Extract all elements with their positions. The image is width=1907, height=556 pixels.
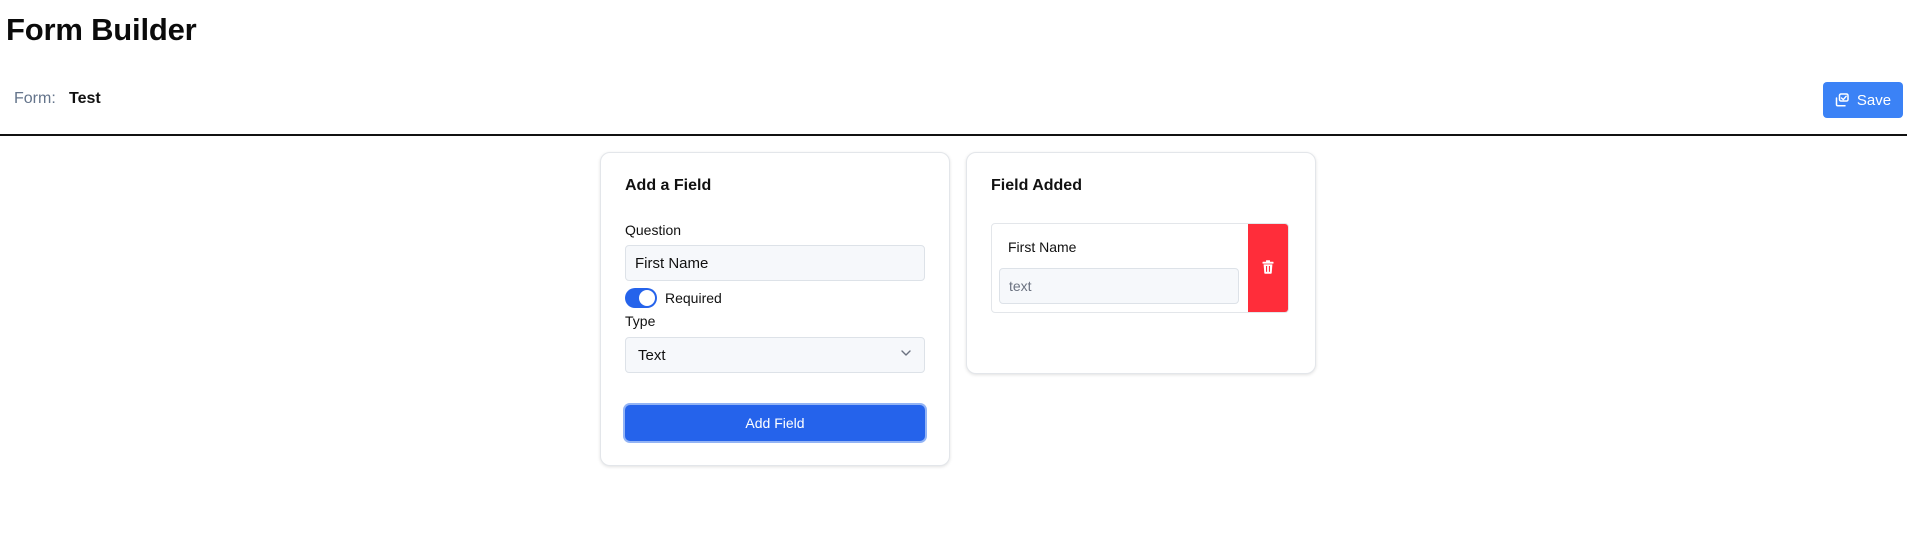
question-input[interactable] — [625, 245, 925, 281]
delete-field-button[interactable] — [1248, 224, 1288, 312]
trash-icon — [1262, 259, 1274, 277]
added-field-label: First Name — [1008, 239, 1077, 255]
question-label: Question — [625, 222, 682, 238]
add-field-card: Add a Field Question Required Type Text … — [600, 152, 950, 466]
added-field-preview-input[interactable] — [999, 268, 1239, 304]
type-select[interactable]: Text — [625, 337, 925, 373]
added-field-item: First Name — [991, 223, 1289, 313]
toggle-knob — [639, 290, 655, 306]
form-bar: Form: Test Save — [0, 78, 1907, 136]
form-label: Form: — [14, 90, 56, 107]
add-field-button[interactable]: Add Field — [625, 405, 925, 441]
page-title: Form Builder — [6, 12, 197, 47]
save-button-label: Save — [1856, 91, 1892, 109]
type-label: Type — [625, 313, 656, 329]
field-added-card-title: Field Added — [991, 177, 1082, 194]
required-toggle[interactable] — [625, 288, 657, 308]
save-icon — [1835, 93, 1849, 107]
add-field-card-title: Add a Field — [625, 177, 712, 194]
chevron-down-icon — [900, 346, 912, 364]
required-label: Required — [665, 290, 722, 306]
form-name: Test — [69, 90, 101, 107]
field-added-card: Field Added First Name — [966, 152, 1316, 374]
required-toggle-row: Required — [625, 288, 722, 308]
save-button[interactable]: Save — [1823, 82, 1903, 118]
type-select-value: Text — [638, 346, 666, 364]
